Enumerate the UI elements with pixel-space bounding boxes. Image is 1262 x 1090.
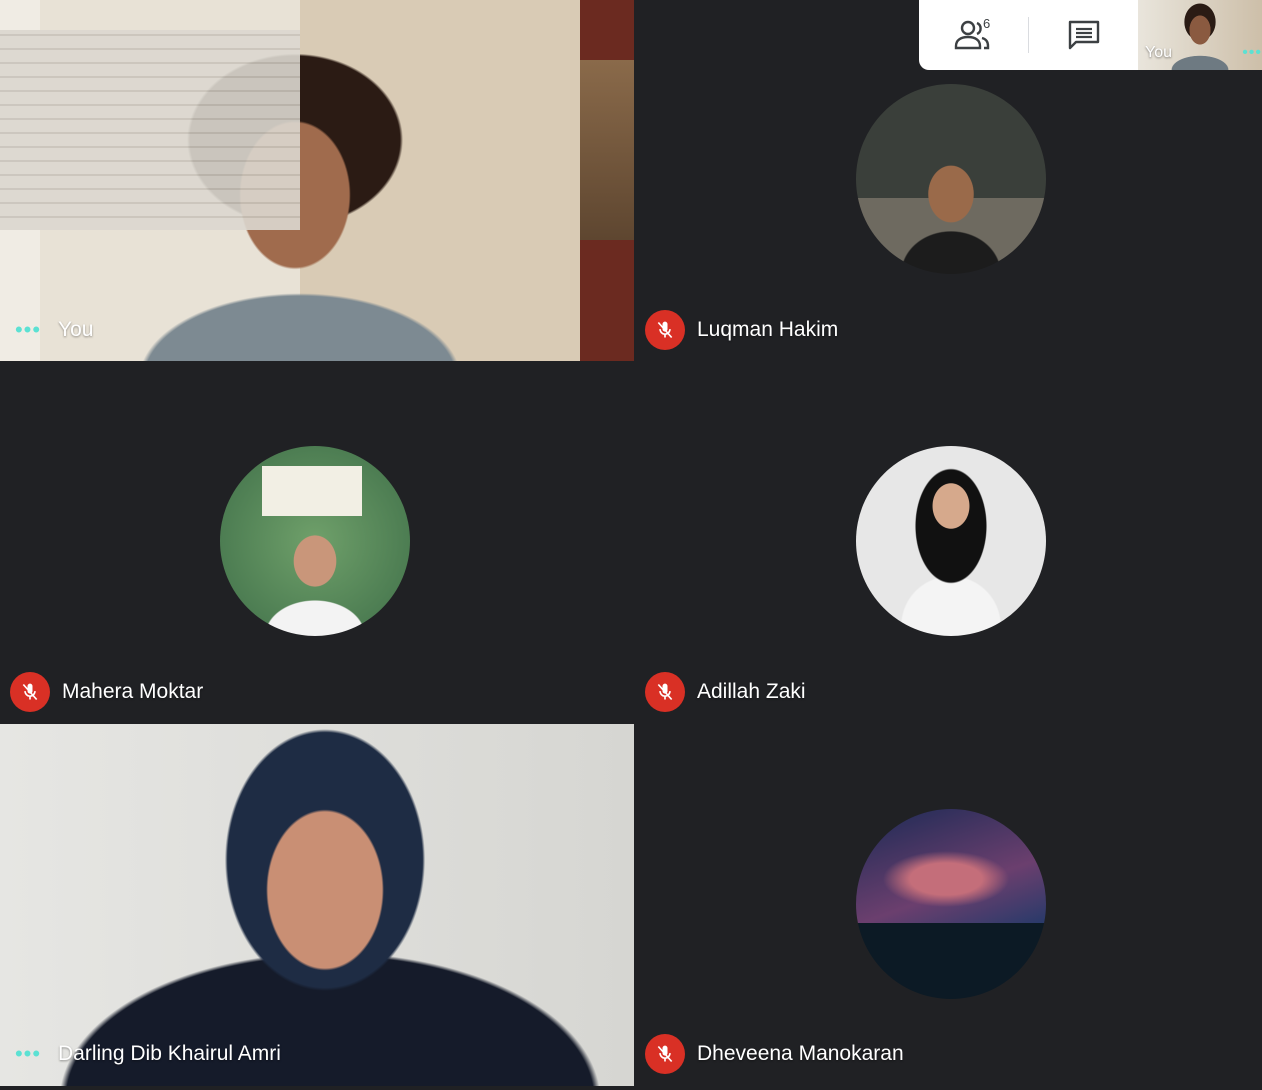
participant-name: Dheveena Manokaran [697,1042,904,1065]
background-shelf [580,60,634,240]
tile-adillah-zaki[interactable]: Adillah Zaki [635,362,1262,723]
participant-name: Darling Dib Khairul Amri [58,1042,281,1065]
participant-name: Adillah Zaki [697,680,806,703]
mic-off-icon [645,310,685,350]
name-row-adillah: Adillah Zaki [635,672,806,712]
participant-name: You [58,318,94,341]
video-feed-you [0,0,634,361]
self-view-label: You [1145,44,1172,61]
video-feed-darling [0,724,634,1086]
name-row-dheveena: Dheveena Manokaran [635,1034,904,1074]
name-row-mahera: Mahera Moktar [0,672,203,712]
avatar [220,446,410,636]
name-row-luqman: Luqman Hakim [635,310,838,350]
more-options-icon[interactable]: ••• [8,1034,48,1074]
tile-you[interactable]: ••• You [0,0,634,361]
name-row-darling: ••• Darling Dib Khairul Amri [0,1034,281,1074]
participant-name: Mahera Moktar [62,680,204,703]
tile-mahera-moktar[interactable]: Mahera Moktar [0,362,634,723]
mic-off-icon [645,1034,685,1074]
avatar [856,809,1046,999]
chat-button[interactable] [1029,0,1138,70]
participant-name: Luqman Hakim [697,318,839,341]
chat-icon [1068,20,1099,50]
tile-darling-dib-khairul-amri[interactable]: ••• Darling Dib Khairul Amri [0,724,634,1086]
avatar [856,84,1046,274]
avatar [856,446,1046,636]
name-row-you: ••• You [0,310,94,350]
background-poster [0,30,300,230]
self-view-thumbnail[interactable]: You ••• [1138,0,1262,70]
more-options-icon[interactable]: ••• [8,310,48,350]
tile-dheveena-manokaran[interactable]: Dheveena Manokaran [635,724,1262,1086]
mic-off-icon [10,672,50,712]
participants-count: 6 [983,16,991,31]
mic-off-icon [645,672,685,712]
more-options-icon[interactable]: ••• [1242,44,1262,62]
participants-button[interactable]: 6 [919,0,1028,70]
top-controls-panel: 6 [919,0,1138,70]
